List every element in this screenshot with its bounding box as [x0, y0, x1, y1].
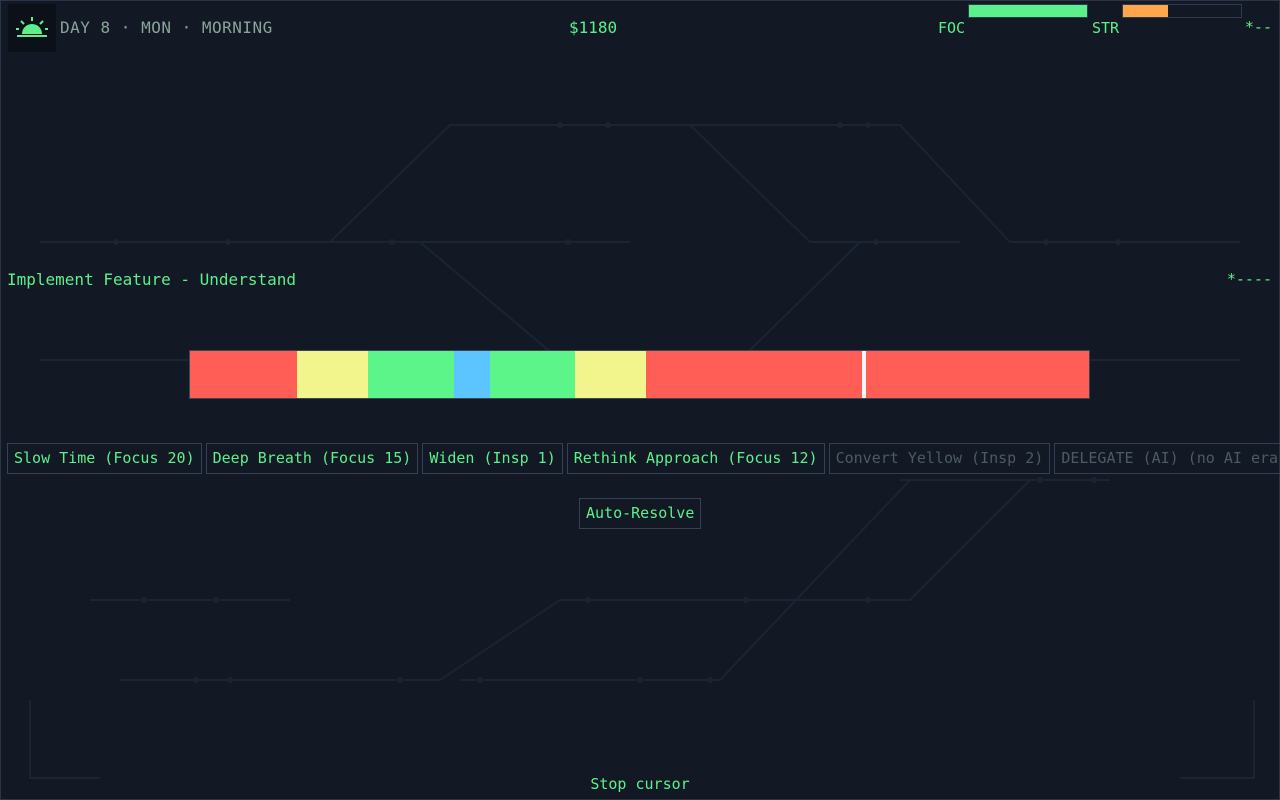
status-bar: DAY 8 · MON · MORNING $1180 FOC STR *-- [0, 0, 1280, 56]
action-button: DELEGATE (AI) (no AI era) [1054, 443, 1280, 474]
stress-label: STR [1092, 19, 1120, 37]
action-buttons: Slow Time (Focus 20) Deep Breath (Focus 1… [7, 443, 1280, 474]
timing-segment [190, 351, 297, 398]
task-title: Implement Feature - Understand [7, 270, 296, 289]
action-button[interactable]: Slow Time (Focus 20) [7, 443, 202, 474]
action-button[interactable]: Deep Breath (Focus 15) [205, 443, 419, 474]
status-indicator: *-- [1244, 18, 1272, 36]
focus-bar [968, 4, 1088, 18]
day-time-label: DAY 8 · MON · MORNING [60, 18, 273, 37]
action-button: Convert Yellow (Insp 2) [828, 443, 1051, 474]
timing-segment [297, 351, 368, 398]
action-button[interactable]: Widen (Insp 1) [422, 443, 563, 474]
timing-bar[interactable] [189, 350, 1090, 399]
task-progress-indicator: *---- [1226, 270, 1272, 288]
background-track-map [29, 122, 1255, 779]
timing-segment [646, 351, 1089, 398]
sunrise-icon [8, 4, 56, 52]
timing-segment [454, 351, 490, 398]
stress-bar [1122, 4, 1242, 18]
action-button[interactable]: Rethink Approach (Focus 12) [566, 443, 825, 474]
timing-cursor [862, 351, 867, 398]
money-counter: $1180 [569, 18, 618, 37]
focus-label: FOC [938, 19, 966, 37]
stress-bar-fill [1123, 5, 1168, 17]
focus-bar-fill [969, 5, 1087, 17]
timing-segment [368, 351, 454, 398]
timing-segment [490, 351, 575, 398]
footer-hint: Stop cursor [590, 775, 690, 793]
timing-segment [575, 351, 646, 398]
auto-resolve-button[interactable]: Auto-Resolve [579, 498, 702, 529]
